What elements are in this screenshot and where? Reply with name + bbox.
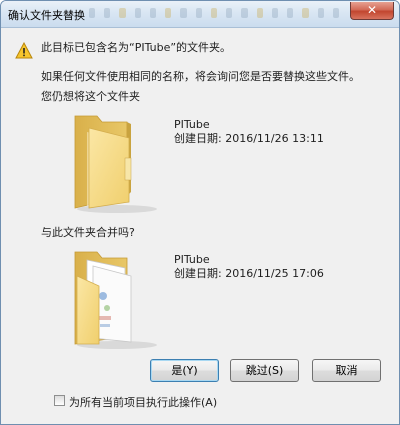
- skip-button[interactable]: 跳过(S): [230, 359, 299, 382]
- source-date-value: 2016/11/26 13:11: [225, 132, 324, 145]
- detail-text: 如果任何文件使用相同的名称，将会询问您是否要替换这些文件。: [41, 70, 360, 83]
- title-bar[interactable]: 确认文件夹替换 ✕: [1, 1, 399, 28]
- apply-all-label[interactable]: 为所有当前项目执行此操作(A): [69, 394, 217, 410]
- target-date-value: 2016/11/25 17:06: [225, 267, 324, 280]
- warning-icon: [15, 42, 33, 59]
- folder-icon: [74, 115, 157, 213]
- source-folder-date: 创建日期: 2016/11/26 13:11: [174, 130, 324, 146]
- source-date-label: 创建日期:: [174, 132, 222, 145]
- target-date-label: 创建日期:: [174, 267, 222, 280]
- confirm-folder-replace-dialog: 确认文件夹替换 ✕ 此目标已包含名为“PITube”的文件夹。 如果任何文件使用…: [0, 0, 400, 425]
- close-button[interactable]: ✕: [350, 2, 394, 20]
- target-folder-date: 创建日期: 2016/11/25 17:06: [174, 265, 324, 281]
- window-title: 确认文件夹替换: [8, 9, 85, 22]
- apply-all-checkbox[interactable]: [54, 395, 65, 406]
- cancel-button[interactable]: 取消: [312, 359, 381, 382]
- background-taskbar-ghost-icons: [89, 8, 339, 20]
- yes-button[interactable]: 是(Y): [150, 359, 219, 382]
- merge-question-text: 与此文件夹合并吗?: [41, 226, 135, 239]
- question-text: 您仍想将这个文件夹: [41, 90, 140, 103]
- headline-text: 此目标已包含名为“PITube”的文件夹。: [41, 41, 232, 54]
- folder-with-files-icon: [74, 251, 157, 349]
- dialog-content: 此目标已包含名为“PITube”的文件夹。 如果任何文件使用相同的名称，将会询问…: [1, 28, 399, 424]
